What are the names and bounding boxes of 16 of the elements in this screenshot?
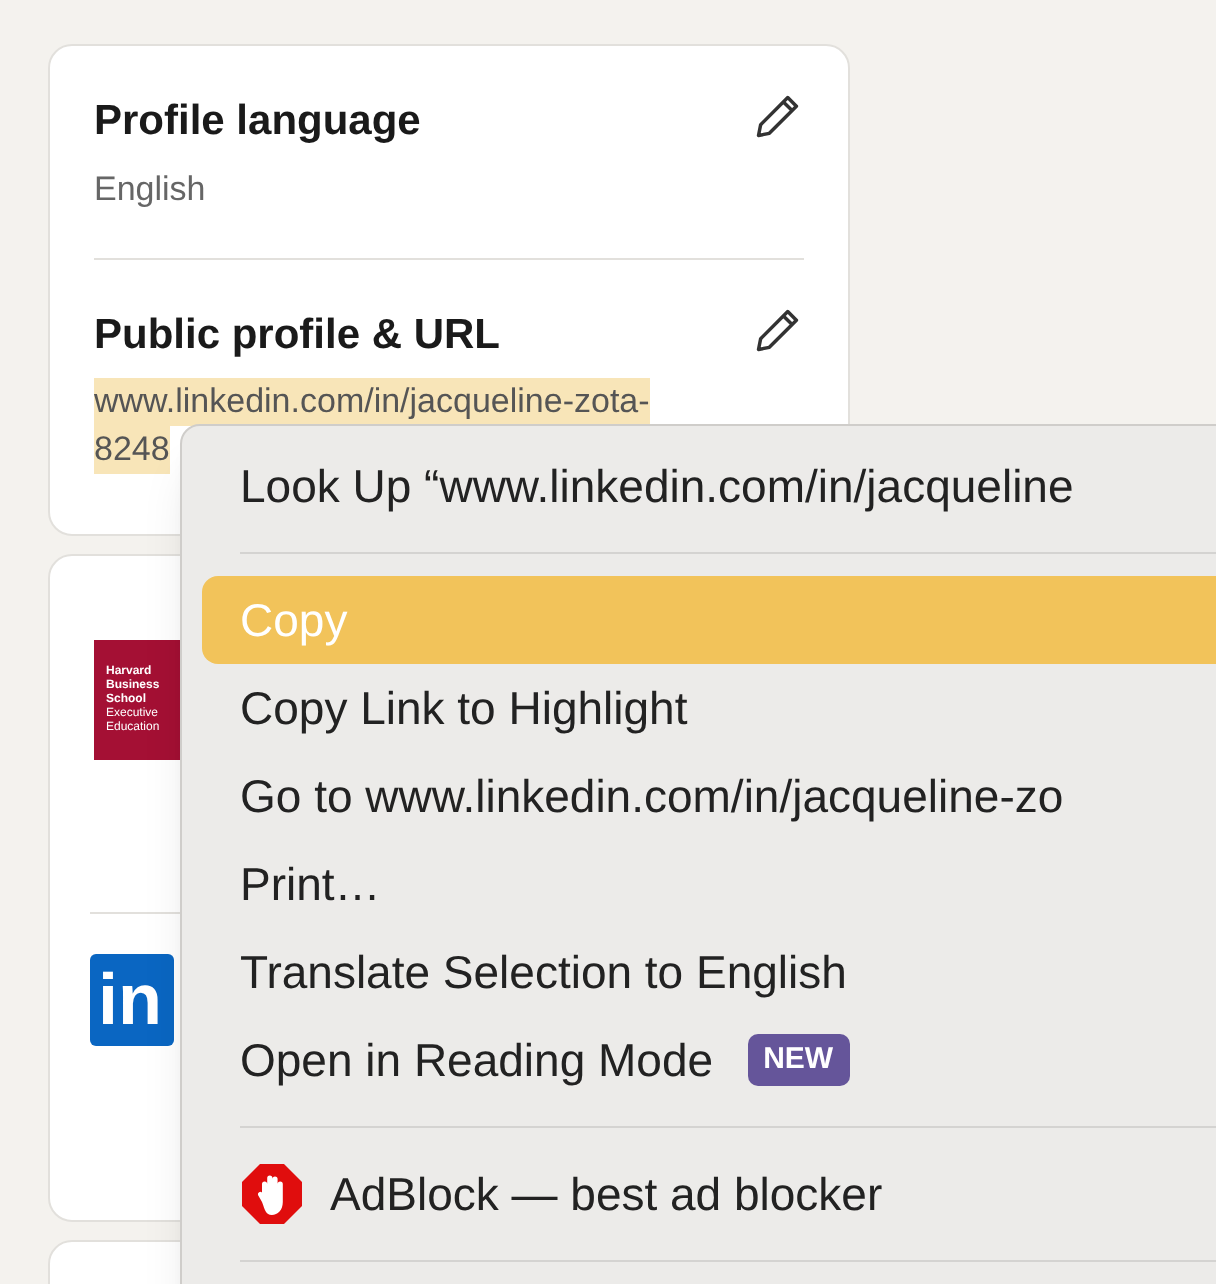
menu-item[interactable]: Copy Link to Highlight xyxy=(202,664,1216,752)
section-value: 8248 xyxy=(94,426,170,474)
section-value: www.linkedin.com/in/jacqueline-zota- xyxy=(94,378,650,426)
logo-text: in xyxy=(98,964,162,1036)
section-title: Profile language xyxy=(94,96,421,148)
new-badge: NEW xyxy=(747,1033,850,1087)
menu-item[interactable]: Look Up “www.linkedin.com/in/jacqueline xyxy=(202,442,1216,530)
section-value: English xyxy=(94,167,206,211)
menu-item[interactable]: Print… xyxy=(202,840,1216,928)
menu-item[interactable]: AdBlock — best ad blocker xyxy=(202,1150,1216,1238)
menu-item[interactable]: Translate Selection to English xyxy=(202,928,1216,1016)
menu-item[interactable]: Go to www.linkedin.com/in/jacqueline-zo xyxy=(202,752,1216,840)
stop-hand-icon xyxy=(240,1162,304,1226)
section-title: Public profile & URL xyxy=(94,309,501,361)
menu-item[interactable]: Open in Reading Mode NEW xyxy=(202,1016,1216,1104)
pencil-icon[interactable] xyxy=(752,90,804,142)
